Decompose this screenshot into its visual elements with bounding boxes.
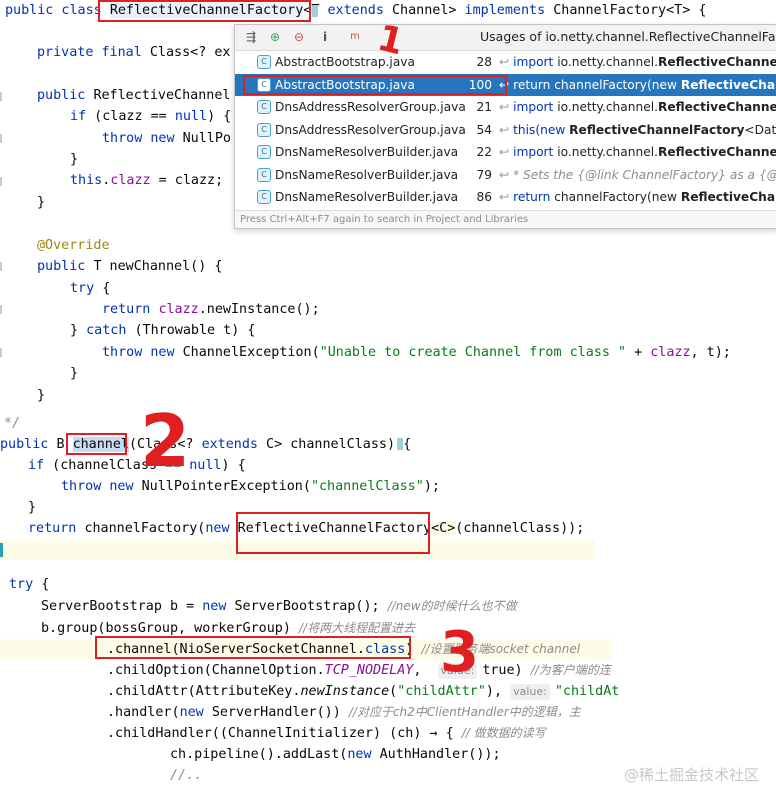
fold-marker[interactable] <box>0 92 2 101</box>
fold-marker[interactable] <box>0 134 2 143</box>
usage-row[interactable]: C DnsNameResolverBuilder.java 22 ↩ impor… <box>235 141 776 164</box>
code-line-12: return clazz.newInstance(); <box>102 302 320 317</box>
annotation-box-selected-usage <box>243 75 507 95</box>
java-class-icon: C <box>257 167 271 182</box>
java-class-icon: C <box>257 100 271 114</box>
code-line-15: } <box>70 366 79 381</box>
code-line-30: .childHandler((ChannelInitializer) (ch) … <box>107 726 546 741</box>
code-line-14: throw new ChannelException("Unable to cr… <box>102 345 731 360</box>
annotation-number-2: 2 <box>140 399 191 483</box>
module-filter-icon[interactable]: m <box>345 28 365 46</box>
code-line-9: @Override <box>37 238 110 253</box>
annotation-box-class-name <box>98 0 311 22</box>
watermark: @稀土掘金技术社区 <box>624 766 760 784</box>
usage-row[interactable]: C AbstractBootstrap.java 28 ↩ import io.… <box>235 51 776 74</box>
popup-title: Usages of io.netty.channel.ReflectiveCha… <box>480 29 776 44</box>
fold-marker[interactable] <box>0 348 2 357</box>
annotation-box-factory-call <box>236 512 430 554</box>
annotation-number-3: 3 <box>440 620 479 685</box>
usage-row[interactable]: C DnsAddressResolverGroup.java 21 ↩ impo… <box>235 96 776 119</box>
brace-match-marker <box>397 438 403 450</box>
usage-row[interactable]: C DnsNameResolverBuilder.java 79 ↩ * Set… <box>235 164 776 187</box>
code-line-10: public T newChannel() { <box>37 259 223 274</box>
usages-popup[interactable]: ⇶ ⊕ ⊖ i m Usages of io.netty.channel.Ref… <box>234 24 776 229</box>
fold-marker[interactable] <box>0 305 2 314</box>
code-line-13: } catch (Throwable t) { <box>70 323 256 338</box>
code-line-11: try { <box>70 281 111 296</box>
show-imports-icon[interactable]: i <box>315 28 335 46</box>
popup-footer-hint: Press Ctrl+Alt+F7 again to search in Pro… <box>235 210 776 228</box>
fold-marker[interactable] <box>0 177 2 186</box>
usage-row[interactable]: C DnsAddressResolverGroup.java 54 ↩ this… <box>235 119 776 142</box>
java-class-icon: C <box>257 55 271 69</box>
code-line-29: .handler(new ServerHandler()) //对应于ch2中C… <box>107 705 581 720</box>
code-line-31: ch.pipeline().addLast(new AuthHandler())… <box>170 747 501 762</box>
merge-usages-icon[interactable]: ⇶ <box>241 28 261 46</box>
java-class-icon: C <box>257 122 271 137</box>
code-line-23: try { <box>9 577 50 592</box>
usage-row[interactable]: C DnsNameResolverBuilder.java 86 ↩ retur… <box>235 186 776 209</box>
annotation-box-channel-method <box>66 433 127 455</box>
popup-toolbar: ⇶ ⊕ ⊖ i m Usages of io.netty.channel.Ref… <box>235 25 776 51</box>
show-read-access-icon[interactable]: ⊕ <box>265 28 285 46</box>
brace-match-marker <box>312 5 318 17</box>
fold-marker[interactable] <box>0 262 2 271</box>
java-class-icon: C <box>257 145 271 159</box>
show-write-access-icon[interactable]: ⊖ <box>289 28 309 46</box>
code-line-17: */ <box>4 416 21 431</box>
java-class-icon: C <box>257 190 271 204</box>
caret-marker <box>0 543 3 557</box>
code-line-24: ServerBootstrap b = new ServerBootstrap(… <box>41 599 517 614</box>
annotation-box-channel-call <box>95 636 411 659</box>
